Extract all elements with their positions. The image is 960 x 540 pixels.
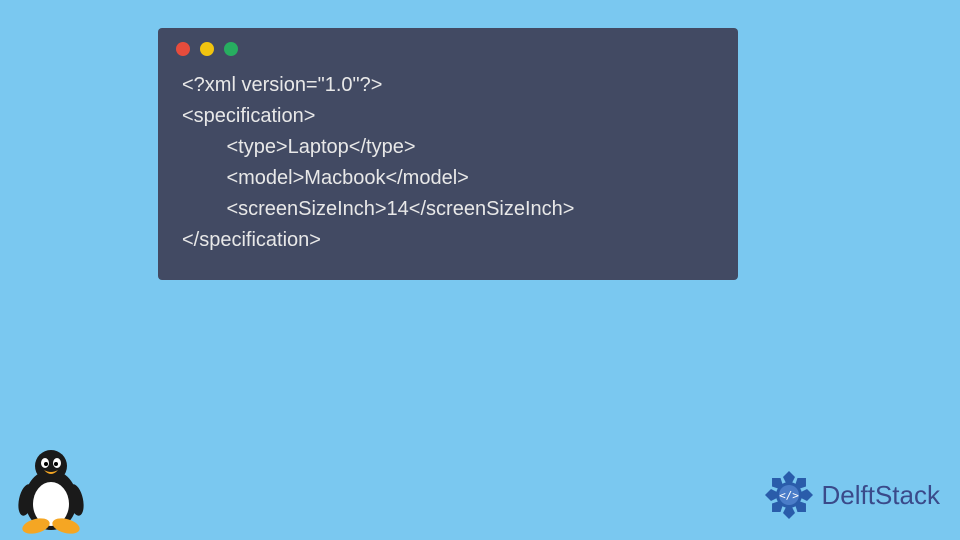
svg-text:</>: </> — [779, 489, 799, 502]
code-line: <type>Laptop</type> — [182, 136, 416, 158]
code-line: <?xml version="1.0"?> — [182, 74, 382, 96]
code-line: <screenSizeInch>14</screenSizeInch> — [182, 198, 574, 220]
close-icon[interactable] — [176, 42, 190, 56]
code-line: </specification> — [182, 229, 321, 251]
brand-logo: </> DelftStack — [762, 468, 941, 522]
tux-penguin-icon — [14, 446, 88, 534]
window-titlebar — [158, 28, 738, 62]
brand-emblem-icon: </> — [762, 468, 816, 522]
brand-name: DelftStack — [822, 480, 941, 511]
minimize-icon[interactable] — [200, 42, 214, 56]
code-line: <specification> — [182, 105, 315, 127]
code-window: <?xml version="1.0"?> <specification> <t… — [158, 28, 738, 280]
maximize-icon[interactable] — [224, 42, 238, 56]
code-content: <?xml version="1.0"?> <specification> <t… — [158, 62, 738, 268]
code-line: <model>Macbook</model> — [182, 167, 469, 189]
